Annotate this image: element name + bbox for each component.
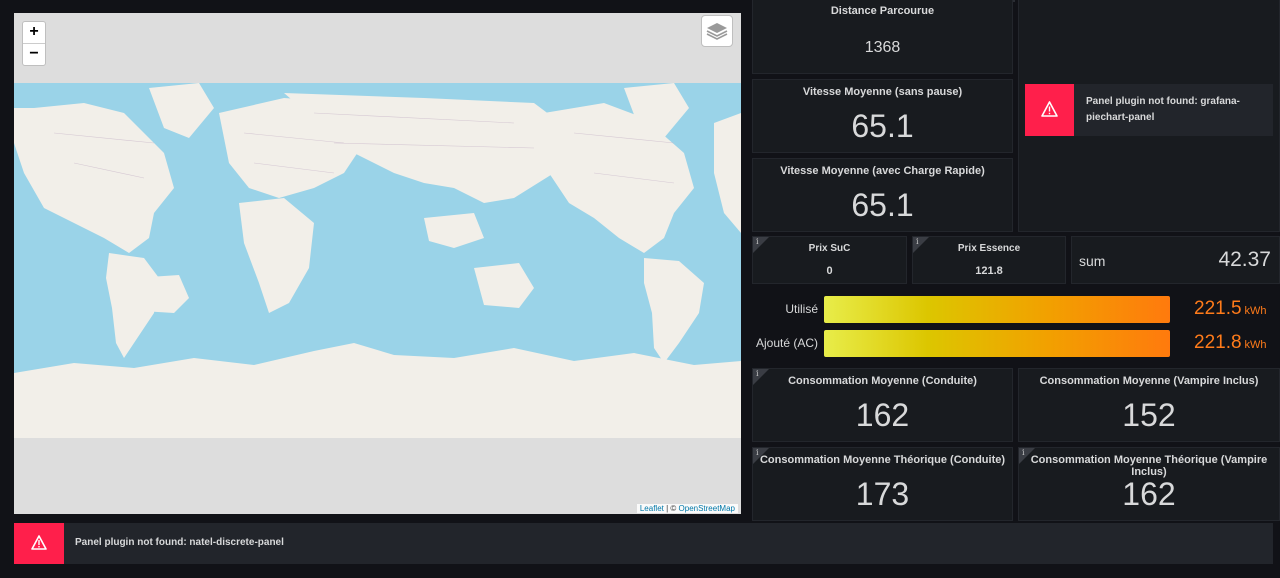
attribution-separator: | © [663,504,679,513]
zoom-control: + − [22,21,46,66]
stat-value: 162 [1122,476,1176,512]
map-attribution: Leaflet | © OpenStreetMap [636,504,738,513]
panel-title: Vitesse Moyenne (avec Charge Rapide) [780,165,985,177]
layers-icon [706,23,728,40]
panel-title: Prix Essence [957,243,1021,254]
bar-value-unit: kWh [1244,305,1267,317]
panel-prix-suc: i Prix SuC 0 [752,236,907,284]
bar-value-utilise: 221.5 kWh [1194,298,1267,320]
bar-value-unit: kWh [1244,339,1267,351]
discrete-error-box: Panel plugin not found: natel-discrete-p… [14,523,1273,564]
bar-label-ajoute: Ajouté (AC) [755,336,818,350]
panel-vitesse-sans-pause: Vitesse Moyenne (sans pause) 65.1 [752,79,1013,153]
error-icon-box [1025,84,1074,136]
panel-sum: sum 42.37 [1071,236,1280,284]
stat-value: 1368 [864,39,901,56]
error-message: Panel plugin not found: grafana- piechar… [1086,94,1240,126]
zoom-in-button[interactable]: + [23,22,45,43]
error-line-1: Panel plugin not found: grafana- [1086,96,1240,107]
sum-value: 42.37 [1218,248,1271,271]
panel-conso-conduite: i Consommation Moyenne (Conduite) 162 [752,368,1013,442]
panel-title: Distance Parcourue [830,5,935,17]
warning-icon [1041,101,1058,117]
stat-value: 121.8 [975,265,1003,277]
panel-distance: Distance Parcourue 1368 [752,0,1013,74]
world-map[interactable] [14,13,741,514]
panel-conso-theo-conduite: i Consommation Moyenne Théorique (Condui… [752,447,1013,521]
piechart-error-box: Panel plugin not found: grafana- piechar… [1025,84,1273,136]
bar-value-number: 221.5 [1194,298,1242,319]
stat-value: 65.1 [851,187,914,223]
stat-value: 65.1 [851,108,914,144]
bar-label-utilise: Utilisé [785,302,818,316]
error-message: Panel plugin not found: natel-discrete-p… [75,537,284,548]
sum-label: sum [1079,253,1106,269]
warning-icon [31,535,47,550]
panel-title: Consommation Moyenne Théorique (Conduite… [759,454,1006,466]
panel-title: Consommation Moyenne Théorique (Vampire … [1030,454,1268,478]
panel-vitesse-charge: Vitesse Moyenne (avec Charge Rapide) 65.… [752,158,1013,232]
stat-value: 173 [855,476,910,512]
stat-value: 0 [826,265,833,277]
panel-conso-theo-vampire: i Consommation Moyenne Théorique (Vampir… [1018,447,1280,521]
panel-title: Consommation Moyenne (Vampire Inclus) [1039,375,1259,387]
bar-value-number: 221.8 [1194,332,1242,353]
stat-value: 152 [1122,397,1176,433]
panel-title: Prix SuC [808,243,851,254]
layers-button[interactable] [701,15,733,47]
error-line-2: piechart-panel [1086,112,1155,123]
stat-value: 162 [855,397,910,433]
panel-prix-essence: i Prix Essence 121.8 [912,236,1066,284]
bar-value-ajoute: 221.8 kWh [1194,332,1267,354]
panel-conso-vampire: Consommation Moyenne (Vampire Inclus) 15… [1018,368,1280,442]
leaflet-link[interactable]: Leaflet [640,504,664,513]
osm-link[interactable]: OpenStreetMap [679,504,735,513]
bar-utilise [824,296,1170,323]
map-panel[interactable]: + − Leaflet | © OpenStreetMap [14,13,741,514]
bar-ajoute [824,330,1170,357]
zoom-out-button[interactable]: − [23,43,45,65]
panel-title: Consommation Moyenne (Conduite) [788,375,977,387]
panel-title: Vitesse Moyenne (sans pause) [802,86,963,98]
error-icon-box [14,523,64,564]
